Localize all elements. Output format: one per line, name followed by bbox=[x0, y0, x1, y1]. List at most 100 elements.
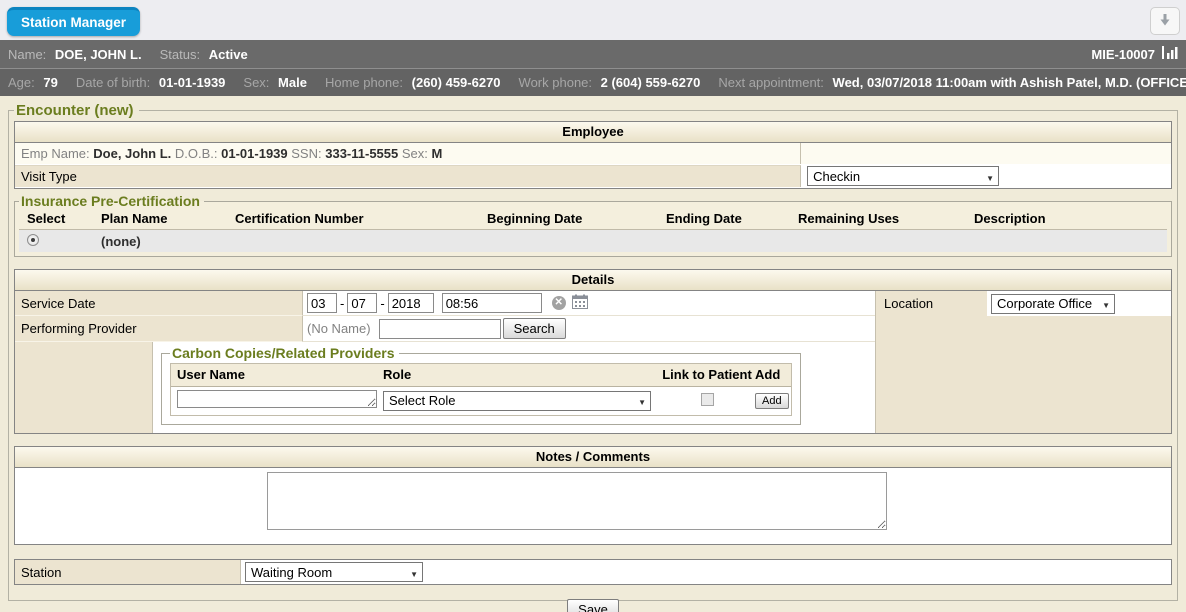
provider-no-name: (No Name) bbox=[307, 321, 371, 336]
notes-header: Notes / Comments bbox=[15, 447, 1171, 468]
chart-id: MIE-10007 bbox=[1091, 47, 1155, 62]
column-header-role: Role bbox=[383, 367, 659, 382]
employee-section: Employee Emp Name: Doe, John L. D.O.B.: … bbox=[14, 121, 1172, 189]
patient-name-label: Name: bbox=[8, 47, 46, 62]
main-content: Encounter (new) Employee Emp Name: Doe, … bbox=[0, 96, 1186, 612]
emp-ssn-value: 333-11-5555 bbox=[325, 146, 398, 161]
cc-add-button[interactable]: Add bbox=[755, 393, 789, 409]
emp-dob-value: 01-01-1939 bbox=[221, 146, 288, 161]
column-header-end-date: Ending Date bbox=[666, 211, 798, 226]
station-label: Station bbox=[15, 560, 241, 584]
notes-section: Notes / Comments bbox=[14, 446, 1172, 545]
column-header-remaining-uses: Remaining Uses bbox=[798, 211, 974, 226]
notes-textarea[interactable] bbox=[267, 472, 887, 530]
carbon-copies-legend: Carbon Copies/Related Providers bbox=[170, 345, 399, 361]
location-label: Location bbox=[875, 291, 987, 316]
dropdown-arrow-icon bbox=[980, 169, 994, 184]
insurance-precert-fieldset: Insurance Pre-Certification Select Plan … bbox=[14, 193, 1172, 257]
performing-provider-row: Performing Provider (No Name) Search bbox=[15, 316, 1171, 342]
cc-user-name-input[interactable] bbox=[177, 390, 377, 408]
calendar-icon[interactable] bbox=[572, 294, 588, 312]
details-section: Details Service Date - - ✕ bbox=[14, 269, 1172, 434]
carbon-copies-fieldset: Carbon Copies/Related Providers User Nam… bbox=[161, 345, 801, 425]
work-phone-label: Work phone: bbox=[519, 75, 592, 90]
dropdown-arrow-icon bbox=[404, 565, 418, 580]
dob-label: Date of birth: bbox=[76, 75, 150, 90]
emp-name-value: Doe, John L. bbox=[93, 146, 171, 161]
status-label: Status: bbox=[160, 47, 200, 62]
insurance-precert-legend: Insurance Pre-Certification bbox=[19, 193, 204, 209]
station-selected: Waiting Room bbox=[251, 565, 332, 580]
emp-dob-label: D.O.B.: bbox=[175, 146, 218, 161]
patient-name: DOE, JOHN L. bbox=[55, 47, 142, 62]
station-select[interactable]: Waiting Room bbox=[245, 562, 423, 582]
station-section: Station Waiting Room bbox=[14, 559, 1172, 585]
column-header-add: Add bbox=[755, 367, 791, 382]
service-date-year-input[interactable] bbox=[388, 293, 434, 313]
provider-search-button[interactable]: Search bbox=[503, 318, 566, 339]
sex-label: Sex: bbox=[243, 75, 269, 90]
column-header-link-to-patient: Link to Patient bbox=[659, 367, 755, 382]
top-toolbar: Station Manager bbox=[0, 0, 1186, 40]
location-selected: Corporate Office bbox=[997, 296, 1092, 311]
service-time-input[interactable] bbox=[442, 293, 542, 313]
service-date-month-input[interactable] bbox=[307, 293, 337, 313]
performing-provider-label: Performing Provider bbox=[15, 316, 303, 342]
column-header-plan-name: Plan Name bbox=[101, 211, 235, 226]
encounter-fieldset: Encounter (new) Employee Emp Name: Doe, … bbox=[8, 102, 1178, 601]
download-icon bbox=[1158, 13, 1172, 30]
chart-stats-icon[interactable] bbox=[1162, 46, 1178, 62]
column-header-select: Select bbox=[19, 211, 101, 226]
visit-type-selected: Checkin bbox=[813, 169, 860, 184]
status-value: Active bbox=[209, 47, 248, 62]
location-select[interactable]: Corporate Office bbox=[991, 294, 1115, 314]
work-phone-value: 2 (604) 559-6270 bbox=[601, 75, 701, 90]
precert-none-radio[interactable] bbox=[27, 234, 39, 246]
download-button[interactable] bbox=[1150, 7, 1180, 35]
home-phone-label: Home phone: bbox=[325, 75, 403, 90]
encounter-legend: Encounter (new) bbox=[14, 102, 139, 119]
age-value: 79 bbox=[43, 75, 57, 90]
demographics-bar: Age: 79 Date of birth: 01-01-1939 Sex: M… bbox=[0, 68, 1186, 96]
cc-role-select[interactable]: Select Role bbox=[383, 391, 651, 411]
patient-bar: Name: DOE, JOHN L. Status: Active MIE-10… bbox=[0, 40, 1186, 68]
dob-value: 01-01-1939 bbox=[159, 75, 226, 90]
home-phone-value: (260) 459-6270 bbox=[412, 75, 501, 90]
visit-type-row: Visit Type Checkin bbox=[15, 164, 1171, 188]
insurance-row-none: (none) bbox=[19, 230, 1167, 252]
clear-date-icon[interactable]: ✕ bbox=[552, 296, 566, 310]
date-separator: - bbox=[380, 296, 384, 311]
precert-plan-none: (none) bbox=[101, 234, 235, 249]
service-date-row: Service Date - - ✕ Location bbox=[15, 291, 1171, 316]
service-date-label: Service Date bbox=[15, 291, 303, 316]
emp-sex-value: M bbox=[432, 146, 443, 161]
dropdown-arrow-icon bbox=[632, 393, 646, 408]
emp-name-label: Emp Name: bbox=[21, 146, 90, 161]
cc-link-to-patient-checkbox[interactable] bbox=[701, 393, 714, 406]
column-header-begin-date: Beginning Date bbox=[487, 211, 666, 226]
column-header-cert-number: Certification Number bbox=[235, 211, 487, 226]
emp-ssn-label: SSN: bbox=[291, 146, 321, 161]
emp-sex-label: Sex: bbox=[402, 146, 428, 161]
sex-value: Male bbox=[278, 75, 307, 90]
dropdown-arrow-icon bbox=[1096, 296, 1110, 311]
date-separator: - bbox=[340, 296, 344, 311]
employee-header: Employee bbox=[15, 122, 1171, 143]
column-header-description: Description bbox=[974, 211, 1167, 226]
save-button[interactable]: Save bbox=[567, 599, 619, 612]
provider-search-input[interactable] bbox=[379, 319, 501, 339]
employee-info-row: Emp Name: Doe, John L. D.O.B.: 01-01-193… bbox=[15, 143, 1171, 164]
save-row: Save bbox=[14, 599, 1172, 612]
next-appointment-value: Wed, 03/07/2018 11:00am with Ashish Pate… bbox=[833, 75, 1186, 90]
carbon-copies-header-row: User Name Role Link to Patient Add bbox=[171, 364, 791, 387]
visit-type-label: Visit Type bbox=[15, 165, 801, 187]
carbon-copies-input-row: Select Role Add bbox=[171, 387, 791, 415]
cc-role-selected: Select Role bbox=[389, 393, 455, 408]
next-appointment-label: Next appointment: bbox=[718, 75, 824, 90]
visit-type-select[interactable]: Checkin bbox=[807, 166, 999, 186]
column-header-user-name: User Name bbox=[171, 367, 383, 382]
insurance-header-row: Select Plan Name Certification Number Be… bbox=[19, 209, 1167, 230]
service-date-day-input[interactable] bbox=[347, 293, 377, 313]
station-manager-tab[interactable]: Station Manager bbox=[7, 7, 140, 36]
age-label: Age: bbox=[8, 75, 35, 90]
